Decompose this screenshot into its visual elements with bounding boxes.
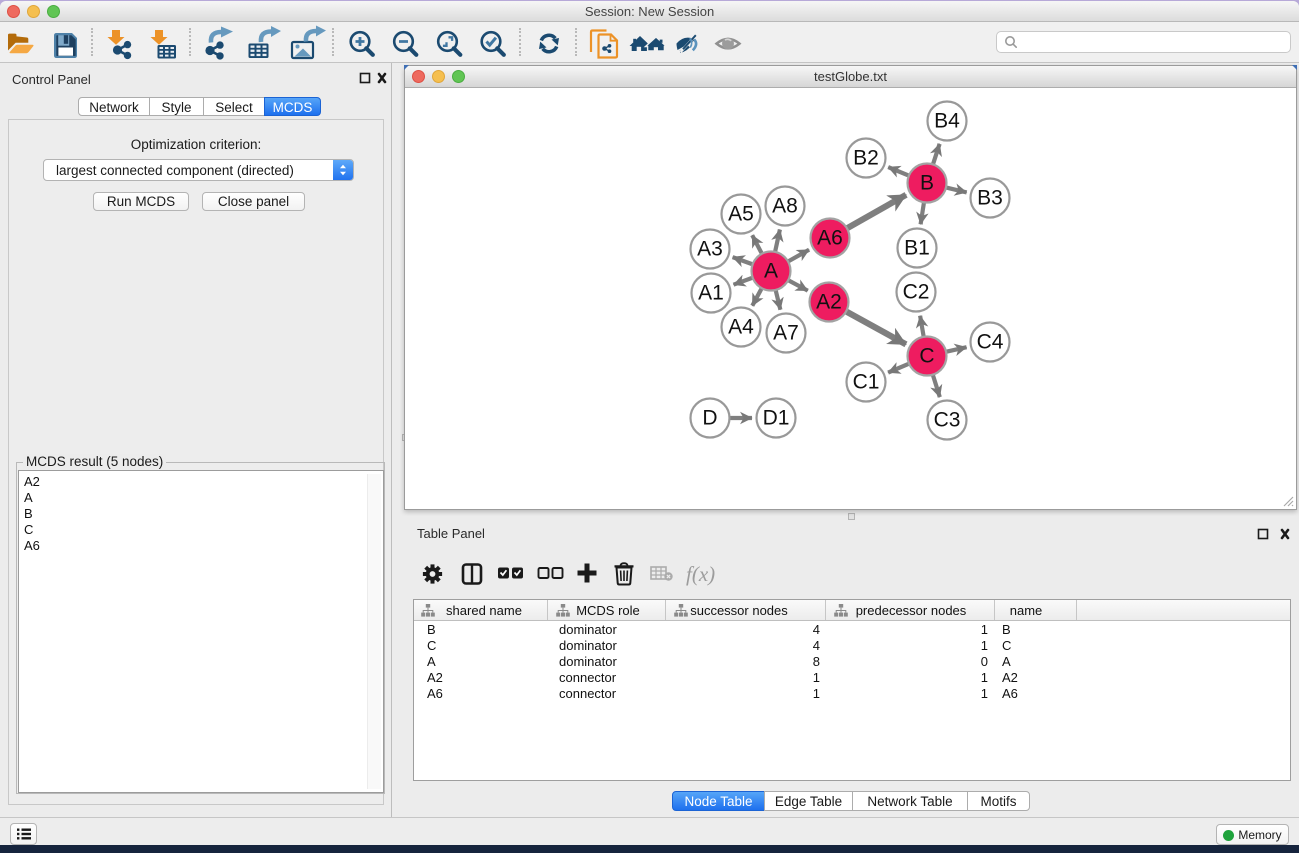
svg-text:A1: A1: [698, 282, 724, 305]
svg-text:A8: A8: [772, 195, 798, 218]
svg-text:D1: D1: [763, 407, 790, 430]
svg-text:B2: B2: [853, 147, 879, 170]
svg-text:C3: C3: [934, 409, 961, 432]
svg-text:A: A: [764, 260, 778, 283]
svg-text:C1: C1: [853, 371, 880, 394]
svg-text:B1: B1: [904, 237, 930, 260]
svg-text:A5: A5: [728, 203, 754, 226]
svg-text:A7: A7: [773, 322, 799, 345]
svg-text:C4: C4: [977, 331, 1004, 354]
svg-text:A2: A2: [816, 291, 842, 314]
svg-text:B: B: [920, 172, 934, 195]
svg-text:A4: A4: [728, 316, 754, 339]
svg-text:D: D: [702, 407, 717, 430]
svg-text:B3: B3: [977, 187, 1003, 210]
svg-text:C2: C2: [903, 281, 930, 304]
svg-text:B4: B4: [934, 110, 960, 133]
svg-text:A6: A6: [817, 227, 843, 250]
svg-text:C: C: [919, 345, 934, 368]
svg-text:A3: A3: [697, 238, 723, 261]
